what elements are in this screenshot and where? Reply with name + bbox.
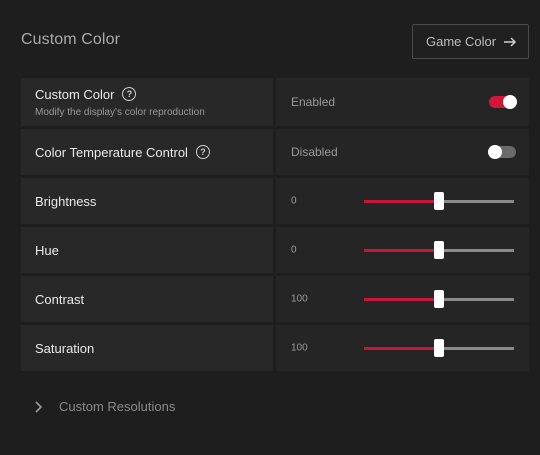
contrast-slider[interactable] [364,290,514,308]
slider-thumb[interactable] [434,241,444,259]
saturation-slider[interactable] [364,339,514,357]
slider-fill [364,347,439,350]
arrow-right-icon [504,37,517,47]
hue-slider[interactable] [364,241,514,259]
saturation-row: Saturation 100 [21,325,529,371]
custom-resolutions-expander[interactable]: Custom Resolutions [33,399,175,414]
color-temperature-toggle[interactable] [488,145,516,159]
slider-thumb[interactable] [434,339,444,357]
toggle-knob [488,145,502,159]
saturation-label: Saturation [35,340,95,356]
contrast-control-cell: 100 [276,276,529,322]
hue-value: 0 [291,244,297,256]
contrast-label-cell: Contrast [21,276,273,322]
saturation-value: 100 [291,342,308,354]
color-temperature-status: Disabled [291,145,338,159]
custom-color-description: Modify the display's color reproduction [35,106,205,118]
color-temperature-control-cell: Disabled [276,129,529,175]
color-temperature-label-cell: Color Temperature Control ? [21,129,273,175]
saturation-control-cell: 100 [276,325,529,371]
slider-fill [364,200,439,203]
slider-thumb[interactable] [434,192,444,210]
brightness-label-cell: Brightness [21,178,273,224]
custom-color-status: Enabled [291,95,336,109]
brightness-slider[interactable] [364,192,514,210]
slider-thumb[interactable] [434,290,444,308]
custom-resolutions-label: Custom Resolutions [59,399,176,414]
color-temperature-row: Color Temperature Control ? Disabled [21,129,529,175]
settings-panel: Custom Color ? Modify the display's colo… [21,78,529,371]
brightness-row: Brightness 0 [21,178,529,224]
custom-color-row: Custom Color ? Modify the display's colo… [21,78,529,126]
slider-fill [364,298,439,301]
color-temperature-label-wrap: Color Temperature Control ? [35,145,273,160]
brightness-control-cell: 0 [276,178,529,224]
help-icon[interactable]: ? [122,87,137,101]
contrast-label: Contrast [35,291,85,307]
hue-control-cell: 0 [276,227,529,273]
custom-color-control-cell: Enabled [276,78,529,126]
color-temperature-label: Color Temperature Control [35,144,188,160]
toggle-knob [503,95,517,109]
custom-color-label-cell: Custom Color ? Modify the display's colo… [21,78,273,126]
slider-fill [364,249,439,252]
custom-color-toggle[interactable] [489,95,517,109]
hue-label: Hue [35,242,59,258]
custom-color-label-wrap: Custom Color ? [35,87,273,102]
brightness-value: 0 [291,195,297,207]
contrast-row: Contrast 100 [21,276,529,322]
custom-color-label: Custom Color [35,86,115,102]
hue-row: Hue 0 [21,227,529,273]
game-color-label: Game Color [426,34,497,49]
brightness-label: Brightness [35,193,97,209]
game-color-button[interactable]: Game Color [412,24,529,59]
hue-label-cell: Hue [21,227,273,273]
page-title: Custom Color [21,31,121,48]
contrast-value: 100 [291,293,308,305]
chevron-right-icon [35,400,43,413]
help-icon[interactable]: ? [195,145,210,159]
saturation-label-cell: Saturation [21,325,273,371]
